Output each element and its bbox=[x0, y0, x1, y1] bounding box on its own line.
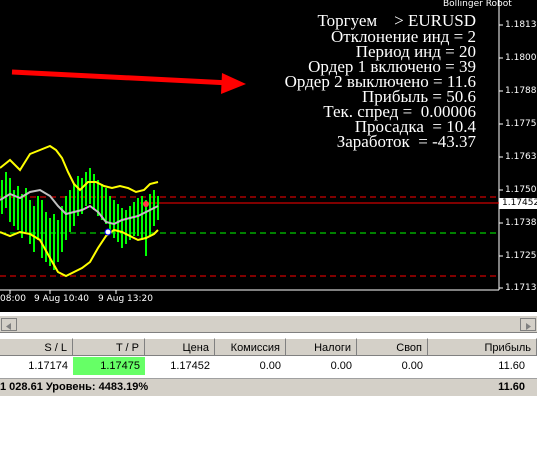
robot-title: Bollinger Robot bbox=[443, 0, 512, 9]
time-tick: 08:00 bbox=[0, 294, 26, 304]
annotation-arrow-head bbox=[221, 73, 246, 94]
time-tick: 9 Aug 13:20 bbox=[98, 294, 153, 304]
table-row[interactable]: 1.17174 1.17475 1.17452 0.00 0.00 0.00 1… bbox=[0, 357, 537, 377]
price-tick: 1.17505 bbox=[505, 185, 537, 195]
price-tick: 1.17880 bbox=[505, 86, 537, 96]
balance-row: 1 028.61 Уровень: 4483.19% 11.60 bbox=[0, 378, 537, 396]
cell-sl[interactable]: 1.17174 bbox=[0, 357, 73, 375]
col-tp-header[interactable]: T / P bbox=[73, 338, 145, 356]
balance-text: 1 028.61 Уровень: 4483.19% bbox=[0, 381, 149, 393]
price-tick: 1.17130 bbox=[505, 283, 537, 293]
time-tick: 9 Aug 10:40 bbox=[34, 294, 89, 304]
cell-tp[interactable]: 1.17475 bbox=[73, 357, 145, 375]
scroll-left-button[interactable] bbox=[1, 318, 17, 331]
order-marker bbox=[143, 201, 149, 207]
info-earnings: Заработок = -43.37 bbox=[336, 132, 476, 151]
price-tick: 1.18130 bbox=[505, 20, 537, 30]
col-sl-header[interactable]: S / L bbox=[0, 338, 73, 356]
terminal-scrollbar[interactable] bbox=[0, 315, 537, 333]
annotation-arrow-shaft bbox=[11, 69, 231, 86]
scroll-right-button[interactable] bbox=[520, 318, 536, 331]
current-price-label: 1.17452 bbox=[499, 198, 537, 209]
balance-total: 11.60 bbox=[498, 381, 525, 393]
cell-commission: 0.00 bbox=[259, 360, 281, 372]
cell-price: 1.17452 bbox=[170, 360, 210, 372]
price-tick: 1.17255 bbox=[505, 251, 537, 261]
col-price-header[interactable]: Цена bbox=[145, 338, 215, 356]
cell-swap: 0.00 bbox=[401, 360, 423, 372]
cell-profit: 11.60 bbox=[498, 360, 525, 372]
arrow-left-icon bbox=[6, 323, 11, 330]
trade-table-header: S / L T / P Цена Комиссия Налоги Своп Пр… bbox=[0, 338, 537, 356]
cell-taxes: 0.00 bbox=[330, 360, 352, 372]
col-commission-header[interactable]: Комиссия bbox=[215, 338, 286, 356]
order-marker bbox=[104, 228, 112, 236]
price-tick: 1.17630 bbox=[505, 152, 537, 162]
arrow-right-icon bbox=[526, 323, 531, 330]
bollinger-lower-band bbox=[0, 228, 159, 278]
col-swap-header[interactable]: Своп bbox=[357, 338, 428, 356]
price-tick: 1.18005 bbox=[505, 53, 537, 63]
col-profit-header[interactable]: Прибыль bbox=[428, 338, 537, 356]
price-chart[interactable]: Bollinger Robot Торгуем > EURUSD Отклоне… bbox=[0, 0, 537, 312]
price-tick: 1.17380 bbox=[505, 218, 537, 228]
col-taxes-header[interactable]: Налоги bbox=[286, 338, 357, 356]
price-tick: 1.17755 bbox=[505, 119, 537, 129]
